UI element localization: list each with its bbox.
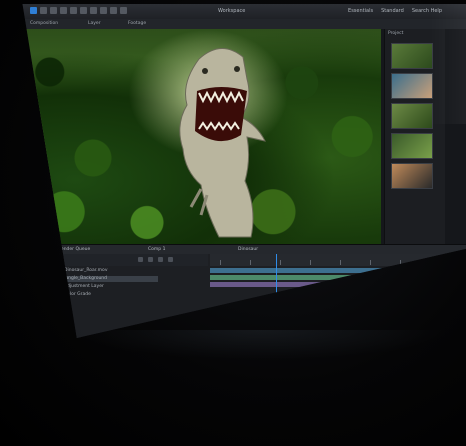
thumbnail-forest[interactable]: [391, 133, 433, 159]
timeline-tabs: Render Queue Comp 1 Dinosaur: [22, 245, 466, 254]
tab-layer[interactable]: Layer: [88, 21, 101, 26]
selection-tool-icon[interactable]: [30, 7, 37, 14]
desk-reflection: [70, 330, 450, 360]
motion-blur-icon[interactable]: [148, 257, 153, 262]
stamp-tool-icon[interactable]: [100, 7, 107, 14]
text-tool-icon[interactable]: [80, 7, 87, 14]
solo-icon[interactable]: [138, 257, 143, 262]
layer-row[interactable]: Adjustment Layer: [58, 284, 158, 290]
panel-tabs: Composition Layer Footage: [22, 19, 466, 29]
thumbnail-dino[interactable]: [391, 103, 433, 129]
thumbnail-jungle[interactable]: [391, 43, 433, 69]
tool-palette: [30, 7, 127, 14]
composition-viewer[interactable]: [22, 29, 381, 244]
tab-dinosaur[interactable]: Dinosaur: [238, 247, 258, 252]
workspace-label[interactable]: Workspace: [218, 8, 245, 14]
puppet-tool-icon[interactable]: [120, 7, 127, 14]
zoom-tool-icon[interactable]: [50, 7, 57, 14]
screen-glare: [430, 4, 466, 124]
pen-tool-icon[interactable]: [70, 7, 77, 14]
rotate-tool-icon[interactable]: [60, 7, 67, 14]
tab-render-queue[interactable]: Render Queue: [58, 247, 90, 252]
hand-tool-icon[interactable]: [40, 7, 47, 14]
eraser-tool-icon[interactable]: [110, 7, 117, 14]
dinosaur-image: [179, 48, 266, 238]
draft-3d-icon[interactable]: [168, 257, 173, 262]
layer-row[interactable]: Dinosaur_Roar.mov: [58, 268, 158, 274]
workspace-standard[interactable]: Standard: [381, 8, 404, 14]
tab-composition[interactable]: Composition: [30, 21, 58, 26]
tab-comp-1[interactable]: Comp 1: [148, 247, 165, 252]
tab-footage[interactable]: Footage: [128, 21, 146, 26]
layer-row[interactable]: Color Grade: [58, 292, 158, 298]
brush-tool-icon[interactable]: [90, 7, 97, 14]
layer-row[interactable]: Jungle_Background: [58, 276, 158, 282]
graph-editor-icon[interactable]: [158, 257, 163, 262]
thumbnail-person[interactable]: [391, 73, 433, 99]
workspace-essentials[interactable]: Essentials: [348, 8, 373, 14]
header-right: Essentials Standard Search Help: [348, 8, 442, 14]
toolbar: Workspace Essentials Standard Search Hel…: [22, 4, 466, 20]
thumbnail-man-sunglasses[interactable]: [391, 163, 433, 189]
